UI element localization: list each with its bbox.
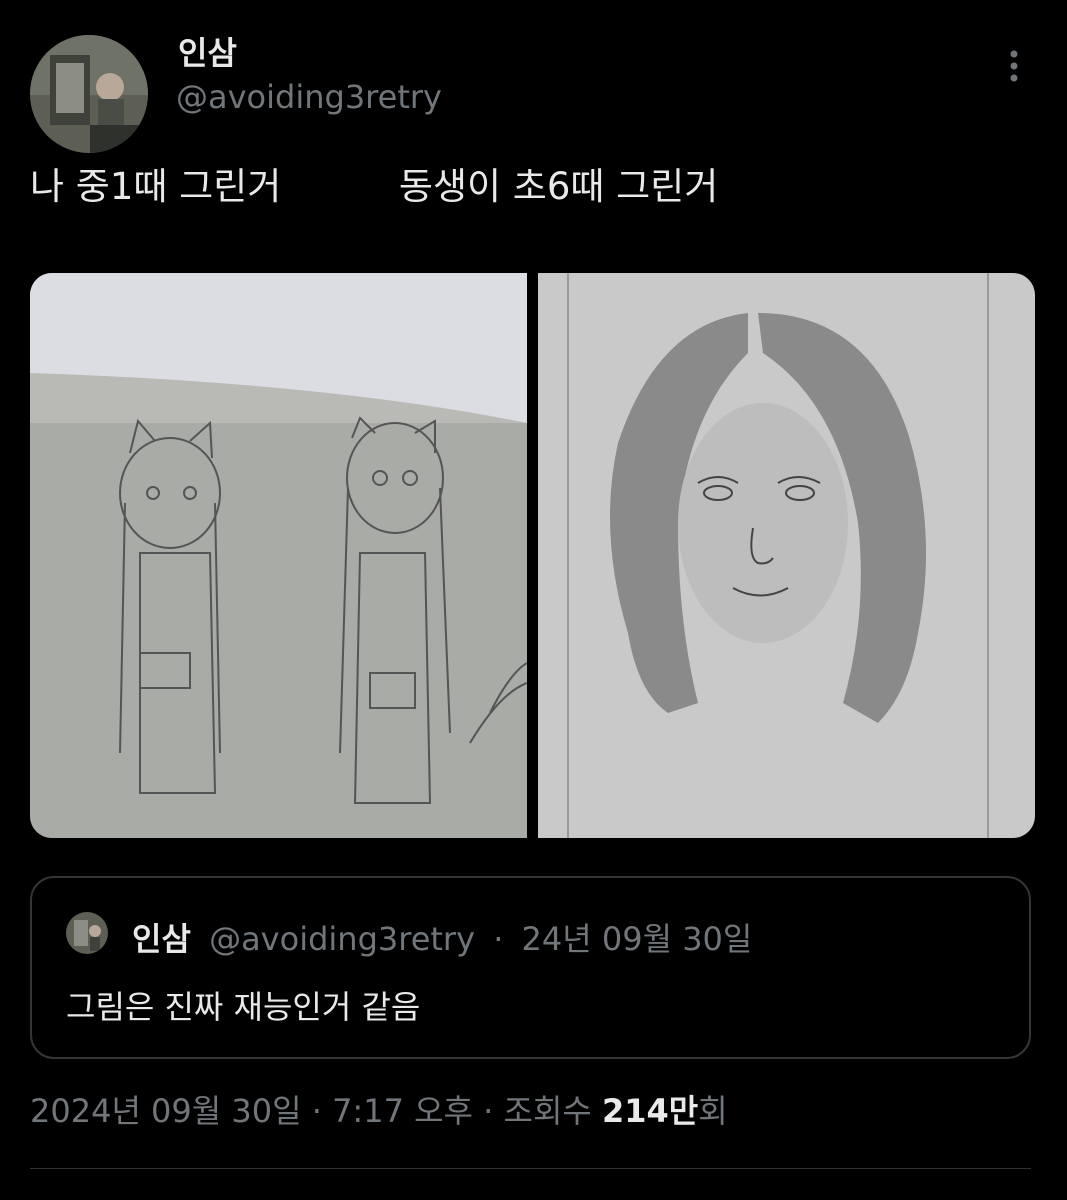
portrait-drawing-image <box>538 273 1035 838</box>
views-count[interactable]: 214만 <box>602 1092 698 1130</box>
meta-separator: · <box>483 1092 494 1130</box>
quoted-tweet[interactable]: 인삼 @avoiding3retry · 24년 09월 30일 그림은 진짜 … <box>30 876 1031 1059</box>
quoted-author-handle: @avoiding3retry <box>209 920 476 958</box>
quoted-author-display-name: 인삼 <box>132 920 191 958</box>
quoted-separator: · <box>493 920 504 958</box>
views-label: 조회수 <box>503 1092 592 1130</box>
avatar-image <box>30 35 148 153</box>
quoted-author-avatar[interactable] <box>66 912 108 954</box>
more-vertical-icon <box>1010 50 1018 82</box>
tweet-date[interactable]: 2024년 09월 30일 <box>30 1092 302 1130</box>
cat-girl-drawing-image <box>30 273 527 838</box>
quoted-tweet-header: 인삼 @avoiding3retry · 24년 09월 30일 <box>132 914 752 960</box>
author-handle[interactable]: @avoiding3retry <box>176 78 442 116</box>
tweet-text: 나 중1때 그린거 동생이 초6때 그린거 <box>30 165 719 208</box>
author-avatar[interactable] <box>30 35 148 153</box>
quoted-tweet-date: 24년 09월 30일 <box>521 920 753 958</box>
quoted-avatar-image <box>66 912 108 954</box>
divider <box>30 1168 1031 1169</box>
tweet-meta: 2024년 09월 30일 · 7:17 오후 · 조회수 214만회 <box>30 1086 728 1132</box>
meta-separator: · <box>311 1092 322 1130</box>
more-options-button[interactable] <box>1000 48 1028 84</box>
tweet-image-1[interactable] <box>30 273 527 838</box>
author-display-name[interactable]: 인삼 <box>178 28 237 74</box>
tweet-time[interactable]: 7:17 오후 <box>332 1092 473 1130</box>
tweet-image-2[interactable] <box>538 273 1035 838</box>
views-suffix: 회 <box>698 1092 728 1130</box>
quoted-tweet-text: 그림은 진짜 재능인거 같음 <box>66 988 421 1026</box>
